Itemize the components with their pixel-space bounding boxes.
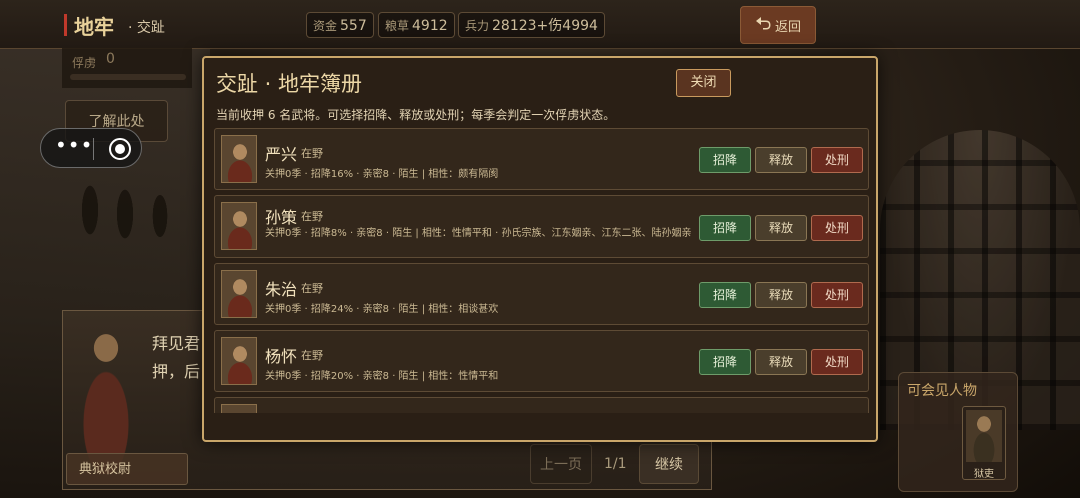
recruit-button[interactable]: 招降 [699,215,751,241]
close-target-icon[interactable] [109,138,131,160]
more-dots-icon[interactable]: ••• [55,133,93,157]
prev-page-button[interactable]: 上一页 [530,444,592,484]
execute-button[interactable]: 处刑 [811,349,863,375]
general-avatar [221,135,257,183]
meet-person-card[interactable]: 狱吏 [962,406,1006,480]
location-title: 地牢 [74,15,114,39]
continue-button[interactable]: 继续 [639,444,699,484]
general-detail: 关押0季 · 招降16% · 亲密8 · 陌生 | 相性：颇有隔阂 [265,169,499,180]
release-button[interactable]: 释放 [755,282,807,308]
recruit-button[interactable]: 招降 [699,282,751,308]
stat-funds-value: 557 [340,18,367,34]
stat-provisions: 粮草 4912 [378,12,455,38]
prisoner-list[interactable]: 严兴 在野 关押0季 · 招降16% · 亲密8 · 陌生 | 相性：颇有隔阂 … [214,128,869,413]
stat-provisions-value: 4912 [412,18,448,34]
general-avatar [221,337,257,385]
dungeon-register-modal: 交趾 · 地牢簿册 关闭 当前收押 6 名武将。可选择招降、释放或处刑；每季会判… [202,56,878,442]
release-button[interactable]: 释放 [755,349,807,375]
prisoner-row-partial [214,397,869,413]
stat-provisions-label: 粮草 [385,19,410,33]
meet-panel-title: 可会见人物 [907,383,977,399]
prisoner-row: 严兴 在野 关押0季 · 招降16% · 亲密8 · 陌生 | 相性：颇有隔阂 … [214,128,869,190]
general-detail: 关押0季 · 招降24% · 亲密8 · 陌生 | 相性：相谈甚欢 [265,304,499,315]
modal-description: 当前收押 6 名武将。可选择招降、释放或处刑；每季会判定一次俘虏状态。 [216,108,616,122]
dialog-line-2: 押，后 [152,362,201,381]
release-button[interactable]: 释放 [755,147,807,173]
stat-troops: 兵力 28123+伤4994 [458,12,605,38]
general-detail: 关押0季 · 招降8% · 亲密8 · 陌生 | 相性：性情平和 · 孙氏宗族、… [265,228,692,239]
general-name: 朱治 [265,280,298,299]
stat-troops-label: 兵力 [465,19,490,33]
execute-button[interactable]: 处刑 [811,282,863,308]
background-figures [70,180,190,240]
captives-bar [70,74,186,80]
general-status: 在野 [301,210,323,223]
stat-funds-label: 资金 [313,19,338,33]
dialog-line-1: 拜见君 [152,334,201,353]
captives-label: 俘虏 [72,56,97,70]
general-status: 在野 [301,147,323,160]
execute-button[interactable]: 处刑 [811,147,863,173]
back-button-label: 返回 [774,19,801,35]
meet-person-portrait [966,410,1002,462]
general-name: 杨怀 [265,347,298,366]
page-indicator: 1/1 [604,456,627,472]
stat-troops-value: 28123+伤4994 [492,18,598,34]
general-avatar [221,202,257,250]
prisoner-row: 孙策 在野 关押0季 · 招降8% · 亲密8 · 陌生 | 相性：性情平和 ·… [214,195,869,258]
general-status: 在野 [301,282,323,295]
general-avatar [221,270,257,318]
back-button[interactable]: 返回 [740,6,816,44]
stat-funds: 资金 557 [306,12,374,38]
recruit-button[interactable]: 招降 [699,349,751,375]
general-name: 孙策 [265,208,298,227]
modal-title: 交趾 · 地牢簿册 [216,72,363,96]
return-arrow-icon [755,16,771,34]
speaker-name-tag: 典狱校尉 [66,453,188,485]
captives-value: 0 [106,51,115,67]
general-avatar [221,404,257,413]
recruit-button[interactable]: 招降 [699,147,751,173]
location-subtitle: · 交趾 [128,20,165,36]
speaker-portrait [66,314,146,474]
release-button[interactable]: 释放 [755,215,807,241]
general-detail: 关押0季 · 招降20% · 亲密8 · 陌生 | 相性：性情平和 [265,371,499,382]
capsule-divider [93,138,94,160]
close-button[interactable]: 关闭 [676,69,731,97]
prisoner-row: 朱治 在野 关押0季 · 招降24% · 亲密8 · 陌生 | 相性：相谈甚欢 … [214,263,869,325]
execute-button[interactable]: 处刑 [811,215,863,241]
top-bar: 地牢 · 交趾 资金 557 粮草 4912 兵力 28123+伤4994 返回 [0,0,1080,49]
dialog-text: 拜见君 押，后 [152,330,200,386]
title-accent-mark [64,14,67,36]
general-status: 在野 [301,349,323,362]
captives-counter: 俘虏 0 [62,48,192,88]
meet-person-name: 狱吏 [974,469,994,480]
prisoner-row: 杨怀 在野 关押0季 · 招降20% · 亲密8 · 陌生 | 相性：性情平和 … [214,330,869,392]
general-name: 严兴 [265,145,298,164]
miniprogram-capsule[interactable]: ••• [40,128,142,168]
